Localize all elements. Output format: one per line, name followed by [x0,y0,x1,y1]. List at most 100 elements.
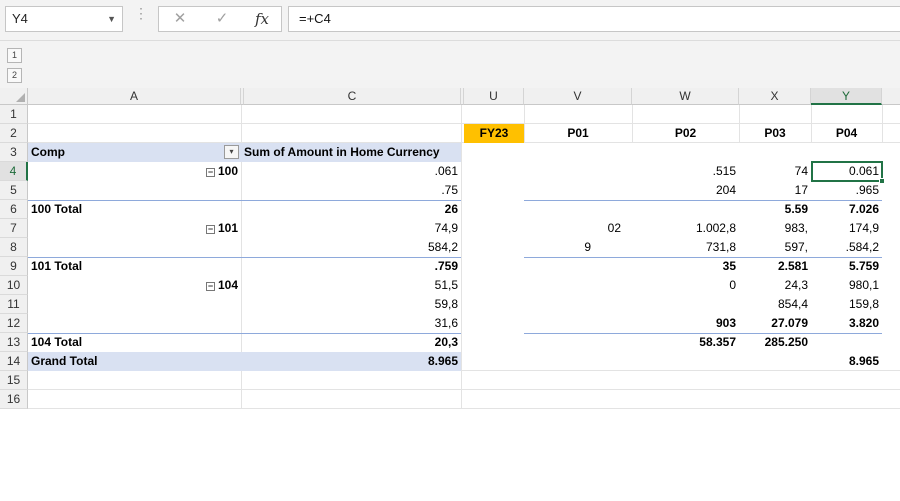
pivot-value[interactable]: 584,2 [241,238,461,256]
fill-handle[interactable] [879,178,885,184]
row-header-2[interactable]: 2 [0,124,28,143]
value-x10[interactable]: 24,3 [739,276,811,294]
period-header-p01[interactable]: P01 [524,124,632,142]
column-header-c[interactable]: C [244,88,461,105]
value-y7[interactable]: 174,9 [811,219,882,237]
value-v8[interactable]: 9 [524,238,594,256]
pivot-total-104[interactable]: 104 Total [28,333,241,351]
pivot-total-101[interactable]: 101 Total [28,257,241,275]
value-w5[interactable]: 204 [632,181,739,199]
value-x5[interactable]: 17 [739,181,811,199]
column-header-z[interactable] [882,88,900,105]
row-header-1[interactable]: 1 [0,105,28,124]
chevron-down-icon[interactable]: ▼ [107,7,116,31]
row-header-7[interactable]: 7 [0,219,28,238]
value-x8[interactable]: 597, [739,238,811,256]
collapse-icon[interactable]: − [205,225,215,234]
worksheet-grid[interactable]: A C U V W X Y 1 2 3 4 5 6 7 8 9 10 11 12… [0,88,900,501]
period-header-p02[interactable]: P02 [632,124,739,142]
row-header-3[interactable]: 3 [0,143,28,162]
row-header-4[interactable]: 4 [0,162,28,181]
row-header-5[interactable]: 5 [0,181,28,200]
pivot-group-104[interactable]: −104 [28,276,241,294]
formula-input[interactable]: =+C4 [288,6,900,32]
value-x9[interactable]: 2.581 [739,257,811,275]
pivot-group-101[interactable]: −101 [28,219,241,237]
column-header-x[interactable]: X [739,88,811,105]
pivot-group-100[interactable]: −100 [28,162,241,180]
value-x11[interactable]: 854,4 [739,295,811,313]
group-label: 100 [217,164,238,178]
row-header-6[interactable]: 6 [0,200,28,219]
pivot-grand-total[interactable]: Grand Total [28,352,241,370]
row-header-8[interactable]: 8 [0,238,28,257]
value-v7[interactable]: 02 [524,219,624,237]
value-w7[interactable]: 1.002,8 [632,219,739,237]
value-y12[interactable]: 3.820 [811,314,882,332]
value-y6[interactable]: 7.026 [811,200,882,218]
column-header-a[interactable]: A [28,88,241,105]
formula-bar: Y4 ▼ ⋮ ✕ ✓ fx =+C4 [0,0,900,40]
cancel-icon[interactable]: ✕ [165,7,195,31]
active-cell-selection[interactable] [811,161,883,182]
value-x4[interactable]: 74 [739,162,811,180]
select-all-button[interactable] [0,88,28,105]
group-label: 104 [217,278,238,292]
pivot-value[interactable]: .75 [241,181,461,199]
drag-handle-icon[interactable]: ⋮ [134,6,148,20]
row-header-12[interactable]: 12 [0,314,28,333]
pivot-value[interactable]: 74,9 [241,219,461,237]
pivot-value[interactable]: 51,5 [241,276,461,294]
pivot-header-comp[interactable]: Comp [28,143,228,161]
row-header-11[interactable]: 11 [0,295,28,314]
value-y14[interactable]: 8.965 [811,352,882,370]
pivot-value[interactable]: 26 [241,200,461,218]
collapse-icon[interactable]: − [205,168,215,177]
column-header-v[interactable]: V [524,88,632,105]
outline-level-2-button[interactable]: 2 [7,68,22,83]
name-box-value: Y4 [12,11,28,26]
value-w9[interactable]: 35 [632,257,739,275]
value-w13[interactable]: 58.357 [632,333,739,351]
column-header-y[interactable]: Y [811,88,882,105]
value-y9[interactable]: 5.759 [811,257,882,275]
row-header-14[interactable]: 14 [0,352,28,371]
row-header-9[interactable]: 9 [0,257,28,276]
pivot-value[interactable]: .759 [241,257,461,275]
value-y10[interactable]: 980,1 [811,276,882,294]
value-y5[interactable]: .965 [811,181,882,199]
insert-function-icon[interactable]: fx [247,7,277,31]
row-header-15[interactable]: 15 [0,371,28,390]
column-header-u[interactable]: U [464,88,524,105]
pivot-value[interactable]: 8.965 [241,352,461,370]
row-header-13[interactable]: 13 [0,333,28,352]
value-x13[interactable]: 285.250 [739,333,811,351]
value-x6[interactable]: 5.59 [739,200,811,218]
value-y11[interactable]: 159,8 [811,295,882,313]
enter-icon[interactable]: ✓ [207,7,237,31]
pivot-value[interactable]: 31,6 [241,314,461,332]
pivot-header-sum[interactable]: Sum of Amount in Home Currency [241,143,461,161]
filter-glyph: ▾ [229,147,234,156]
fy23-header[interactable]: FY23 [464,124,524,143]
value-x7[interactable]: 983, [739,219,811,237]
filter-icon[interactable]: ▾ [224,145,239,159]
pivot-value[interactable]: 59,8 [241,295,461,313]
value-w4[interactable]: .515 [632,162,739,180]
value-w12[interactable]: 903 [632,314,739,332]
outline-level-1-button[interactable]: 1 [7,48,22,63]
column-header-w[interactable]: W [632,88,739,105]
value-w10[interactable]: 0 [632,276,739,294]
value-y8[interactable]: .584,2 [811,238,882,256]
value-w8[interactable]: 731,8 [632,238,739,256]
pivot-value[interactable]: .061 [241,162,461,180]
name-box[interactable]: Y4 ▼ [5,6,123,32]
value-x12[interactable]: 27.079 [739,314,811,332]
row-header-10[interactable]: 10 [0,276,28,295]
period-header-p04[interactable]: P04 [811,124,882,142]
row-header-16[interactable]: 16 [0,390,28,409]
pivot-total-100[interactable]: 100 Total [28,200,241,218]
pivot-value[interactable]: 20,3 [241,333,461,351]
collapse-icon[interactable]: − [205,282,215,291]
period-header-p03[interactable]: P03 [739,124,811,142]
